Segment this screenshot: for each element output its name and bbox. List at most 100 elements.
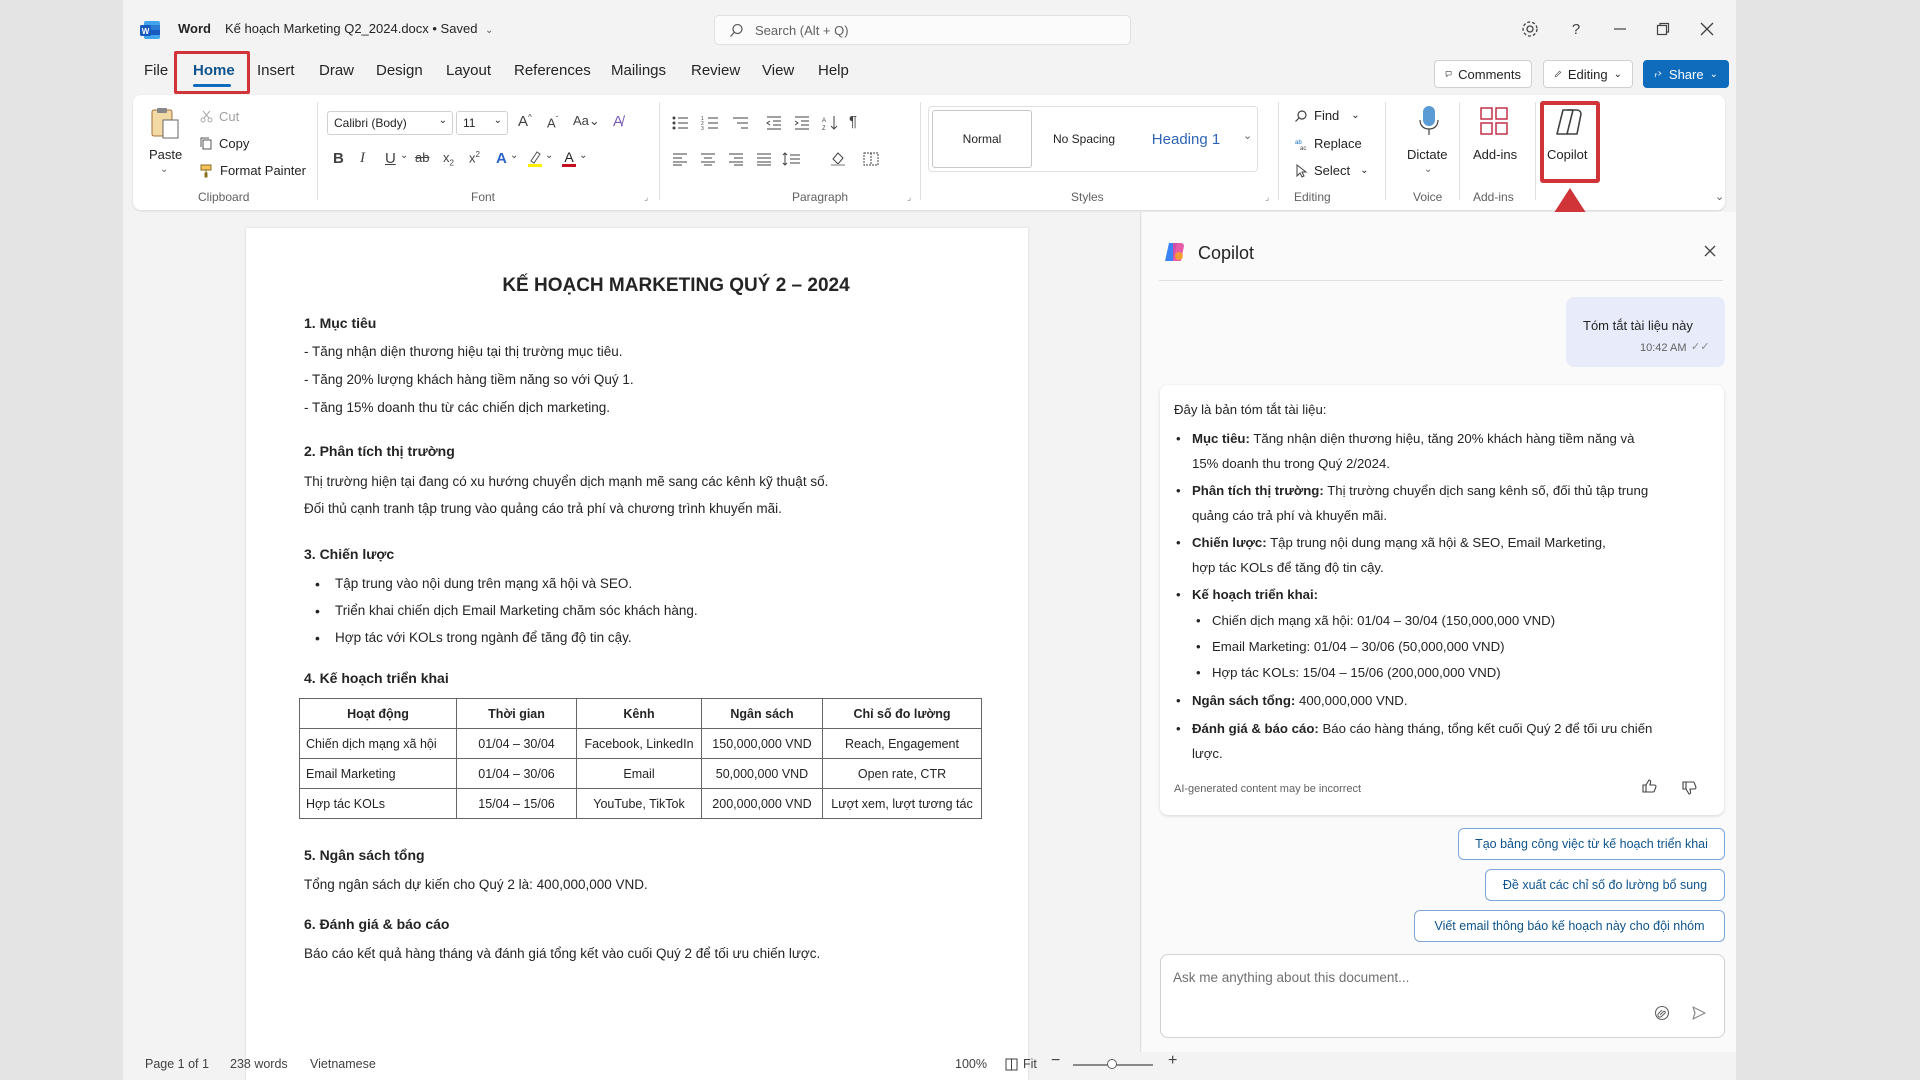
fit-page-icon[interactable] bbox=[1005, 1058, 1018, 1071]
tab-mailings[interactable]: Mailings bbox=[611, 62, 666, 79]
tab-file[interactable]: File bbox=[144, 62, 168, 79]
add-ins-grid-icon[interactable] bbox=[1479, 106, 1509, 136]
tab-review[interactable]: Review bbox=[691, 62, 740, 79]
ask-input-box[interactable] bbox=[1160, 954, 1725, 1038]
shading-icon[interactable] bbox=[829, 151, 849, 167]
highlight-icon[interactable] bbox=[527, 150, 543, 168]
chevron-down-icon[interactable]: ⌄ bbox=[510, 150, 518, 161]
settings-gear-icon[interactable] bbox=[1521, 20, 1539, 38]
zoom-slider-thumb[interactable] bbox=[1107, 1059, 1117, 1069]
bullets-icon[interactable] bbox=[671, 115, 691, 131]
chevron-down-icon[interactable]: ⌄ bbox=[160, 164, 168, 175]
add-ins-label[interactable]: Add-ins bbox=[1473, 147, 1517, 162]
underline-icon[interactable]: U bbox=[385, 150, 396, 167]
cut-button[interactable]: Cut bbox=[200, 109, 239, 124]
clear-formatting-icon[interactable]: A̸ bbox=[613, 113, 623, 130]
styles-more-chevron-icon[interactable]: ⌄ bbox=[1243, 129, 1252, 142]
document-title: KẾ HOẠCH MARKETING QUÝ 2 – 2024 bbox=[502, 275, 850, 296]
send-icon[interactable] bbox=[1691, 1005, 1707, 1021]
bold-icon[interactable]: B bbox=[333, 150, 344, 167]
chevron-down-icon[interactable]: ⌄ bbox=[1424, 164, 1432, 175]
align-center-icon[interactable] bbox=[700, 152, 716, 166]
italic-icon[interactable]: I bbox=[360, 150, 365, 167]
svg-text:3: 3 bbox=[701, 126, 704, 131]
font-color-icon[interactable]: A bbox=[561, 150, 577, 168]
chevron-down-icon[interactable]: ⌄ bbox=[579, 150, 587, 161]
copy-button[interactable]: Copy bbox=[200, 136, 249, 151]
styles-dialog-launcher-icon[interactable]: ⌟ bbox=[1265, 192, 1269, 203]
close-window-icon[interactable] bbox=[1698, 20, 1716, 38]
font-family-dropdown[interactable]: Calibri (Body) ⌄ bbox=[327, 111, 453, 135]
zoom-in-icon[interactable]: + bbox=[1168, 1052, 1177, 1070]
thumbs-up-icon[interactable] bbox=[1641, 778, 1657, 794]
borders-icon[interactable] bbox=[863, 152, 879, 166]
subscript-icon[interactable]: x2 bbox=[443, 150, 454, 168]
language-indicator[interactable]: Vietnamese bbox=[310, 1057, 376, 1071]
superscript-icon[interactable]: x2 bbox=[469, 150, 480, 165]
sort-icon[interactable]: AZ bbox=[821, 115, 839, 131]
tab-references[interactable]: References bbox=[514, 62, 591, 79]
numbering-icon[interactable]: 123 bbox=[701, 115, 721, 131]
suggestion-chip[interactable]: Viết email thông báo kế hoạch này cho độ… bbox=[1414, 910, 1725, 942]
suggestion-chip[interactable]: Tạo bảng công việc từ kế hoạch triển kha… bbox=[1458, 828, 1725, 860]
line-spacing-icon[interactable] bbox=[782, 152, 804, 166]
chevron-down-icon[interactable]: ⌄ bbox=[545, 150, 553, 161]
font-dialog-launcher-icon[interactable]: ⌟ bbox=[644, 192, 648, 203]
tab-draw[interactable]: Draw bbox=[319, 62, 354, 79]
editing-mode-button[interactable]: Editing ⌄ bbox=[1543, 60, 1633, 88]
help-icon[interactable]: ? bbox=[1567, 20, 1585, 38]
justify-icon[interactable] bbox=[756, 152, 772, 166]
word-count[interactable]: 238 words bbox=[230, 1057, 288, 1071]
search-box[interactable]: Search (Alt + Q) bbox=[714, 15, 1131, 45]
replace-button[interactable]: ab ac Replace bbox=[1294, 136, 1362, 151]
restore-icon[interactable] bbox=[1654, 20, 1672, 38]
chevron-down-icon[interactable]: ⌄ bbox=[485, 25, 493, 36]
align-right-icon[interactable] bbox=[728, 152, 744, 166]
style-heading1[interactable]: Heading 1 bbox=[1136, 107, 1236, 171]
increase-indent-icon[interactable] bbox=[793, 115, 811, 131]
zoom-out-icon[interactable]: − bbox=[1051, 1052, 1060, 1070]
close-pane-icon[interactable] bbox=[1703, 244, 1717, 258]
page-count[interactable]: Page 1 of 1 bbox=[145, 1057, 209, 1071]
fit-label[interactable]: Fit bbox=[1023, 1057, 1037, 1071]
tab-layout[interactable]: Layout bbox=[446, 62, 491, 79]
zoom-level[interactable]: 100% bbox=[955, 1057, 987, 1071]
tab-help[interactable]: Help bbox=[818, 62, 849, 79]
select-button[interactable]: Select ⌄ bbox=[1294, 163, 1369, 178]
find-button[interactable]: Find ⌄ bbox=[1294, 108, 1360, 123]
show-formatting-icon[interactable]: ¶ bbox=[849, 113, 857, 130]
paragraph-dialog-launcher-icon[interactable]: ⌟ bbox=[907, 192, 911, 203]
plan-table[interactable]: Hoạt động Thời gian Kênh Ngân sách Chỉ s… bbox=[299, 698, 982, 819]
paste-label[interactable]: Paste bbox=[149, 147, 182, 162]
align-left-icon[interactable] bbox=[672, 152, 688, 166]
chevron-down-icon[interactable]: ⌄ bbox=[400, 150, 408, 161]
suggestion-chip[interactable]: Đề xuất các chỉ số đo lường bổ sung bbox=[1485, 869, 1725, 901]
format-painter-button[interactable]: Format Painter bbox=[200, 163, 306, 178]
tab-design[interactable]: Design bbox=[376, 62, 423, 79]
grow-font-icon[interactable]: A^ bbox=[518, 113, 532, 130]
style-no-spacing[interactable]: No Spacing bbox=[1034, 107, 1134, 171]
multilevel-list-icon[interactable] bbox=[731, 115, 751, 131]
share-button[interactable]: Share ⌄ bbox=[1643, 60, 1729, 88]
tab-insert[interactable]: Insert bbox=[257, 62, 295, 79]
dictate-label[interactable]: Dictate bbox=[1407, 147, 1447, 162]
table-header-cell: Chỉ số đo lường bbox=[822, 698, 982, 729]
ribbon-collapse-chevron-icon[interactable]: ⌄ bbox=[1715, 190, 1724, 203]
tab-view[interactable]: View bbox=[762, 62, 794, 79]
font-size-dropdown[interactable]: 11 ⌄ bbox=[456, 111, 508, 135]
strikethrough-icon[interactable]: ab bbox=[415, 150, 429, 165]
thumbs-down-icon[interactable] bbox=[1681, 780, 1697, 796]
shrink-font-icon[interactable]: Aˇ bbox=[547, 115, 558, 130]
change-case-icon[interactable]: Aa⌄ bbox=[573, 113, 600, 129]
comments-button[interactable]: Comments bbox=[1434, 60, 1532, 88]
paste-icon[interactable] bbox=[149, 106, 181, 140]
decrease-indent-icon[interactable] bbox=[765, 115, 783, 131]
style-normal[interactable]: Normal bbox=[932, 110, 1032, 168]
minimize-icon[interactable] bbox=[1611, 20, 1629, 38]
ask-input-placeholder[interactable]: Ask me anything about this document... bbox=[1173, 970, 1409, 985]
document-name[interactable]: Kế hoạch Marketing Q2_2024.docx • Saved bbox=[225, 21, 477, 36]
microphone-icon[interactable] bbox=[1417, 104, 1441, 138]
bullet-text-cont: lược. bbox=[1192, 746, 1223, 761]
text-effects-icon[interactable]: A bbox=[496, 150, 507, 167]
attach-icon[interactable] bbox=[1654, 1005, 1670, 1021]
